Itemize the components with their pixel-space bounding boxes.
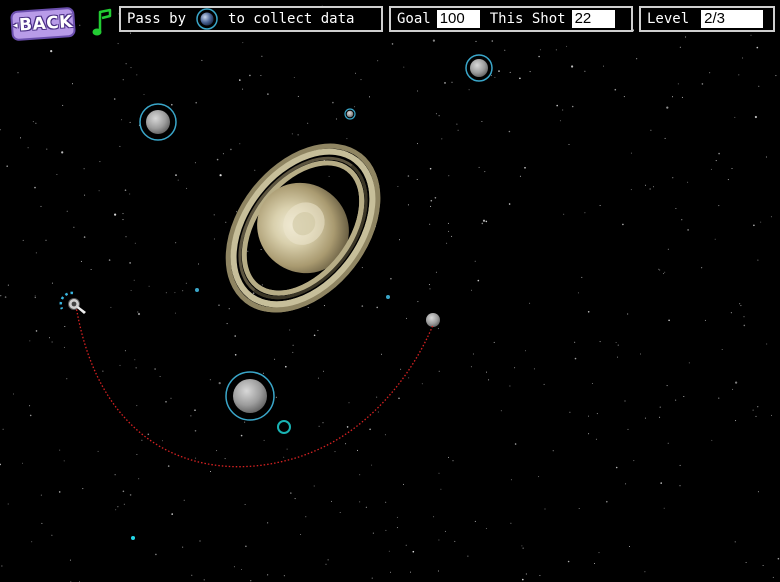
level-panel: Level 2/3	[639, 6, 775, 32]
game-scene[interactable]	[0, 0, 780, 582]
instruction-text-after: to collect data	[228, 11, 355, 27]
moon-target	[139, 103, 177, 141]
goal-label: Goal	[397, 11, 431, 27]
moon-target	[344, 108, 356, 120]
moon-icon	[196, 8, 218, 30]
this-shot-label: This Shot	[489, 11, 566, 27]
moon-target	[225, 371, 275, 421]
this-shot-value: 22	[571, 10, 615, 28]
music-note-icon[interactable]	[92, 8, 114, 38]
moon-small	[426, 313, 440, 327]
back-button-label: BACK	[18, 11, 74, 36]
instruction-text-before: Pass by	[127, 11, 187, 27]
marker-dot	[386, 295, 390, 299]
saturn-planet	[225, 143, 381, 313]
spacecraft-icon[interactable]	[68, 298, 87, 315]
marker-dot	[131, 536, 135, 540]
score-panel: Goal 100 This Shot 22	[389, 6, 633, 32]
level-value: 2/3	[701, 10, 764, 28]
back-arrow-icon: ◂	[12, 20, 19, 32]
target-ring	[277, 420, 291, 434]
moon-target	[465, 54, 493, 82]
instruction-panel: Pass by to collect data	[119, 6, 383, 32]
marker-dot	[195, 288, 199, 292]
back-button[interactable]: ◂ BACK	[10, 6, 76, 42]
goal-value: 100	[436, 10, 480, 28]
level-label: Level	[647, 11, 690, 27]
